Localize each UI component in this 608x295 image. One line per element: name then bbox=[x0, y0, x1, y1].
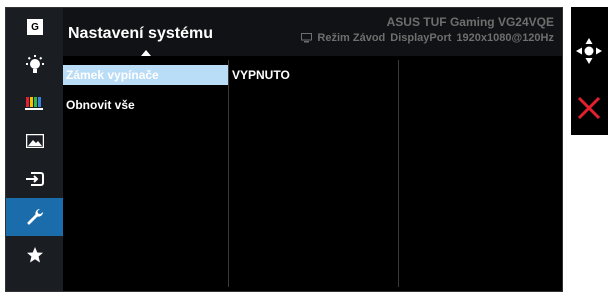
side-button-panel bbox=[571, 7, 608, 135]
scroll-up-arrow-icon bbox=[141, 50, 151, 56]
page-title: Nastavení systému bbox=[68, 25, 213, 42]
menu-item-reset-all[interactable]: Obnovit vše bbox=[63, 95, 228, 115]
favorite-star-icon bbox=[26, 247, 43, 263]
monitor-model: ASUS TUF Gaming VG24VQE bbox=[386, 15, 554, 29]
brightness-icon bbox=[25, 55, 44, 73]
main-menu-rail: G bbox=[6, 8, 63, 291]
column-divider bbox=[398, 60, 399, 287]
input-label: DisplayPort bbox=[390, 32, 452, 44]
mode-label: Režim Závod bbox=[317, 32, 386, 44]
color-icon bbox=[24, 97, 43, 110]
rail-item-color[interactable] bbox=[6, 84, 63, 122]
menu-item-power-key-lock[interactable]: Zámek vypínače bbox=[63, 65, 228, 85]
system-setup-icon bbox=[26, 208, 43, 225]
image-icon bbox=[25, 134, 44, 148]
osd-menu: G Nastavení systému ASUS TUF Gaming VG24… bbox=[5, 7, 563, 292]
rail-item-input-select[interactable] bbox=[6, 160, 63, 198]
rail-item-gameplus[interactable]: G bbox=[6, 8, 63, 46]
rail-item-favorite[interactable] bbox=[6, 236, 63, 274]
five-way-nav-icon[interactable] bbox=[573, 35, 605, 67]
status-line: Režim Závod DisplayPort 1920x1080@120Hz bbox=[301, 32, 554, 44]
close-icon[interactable] bbox=[577, 96, 601, 120]
monitor-icon bbox=[301, 33, 313, 43]
svg-text:G: G bbox=[31, 22, 39, 33]
submenu-list: Zámek vypínače Obnovit vše bbox=[63, 65, 228, 125]
header-bar: Nastavení systému ASUS TUF Gaming VG24VQ… bbox=[63, 8, 562, 56]
option-value[interactable]: VYPNUTO bbox=[232, 68, 290, 82]
rail-item-brightness[interactable] bbox=[6, 46, 63, 84]
column-divider bbox=[228, 60, 229, 287]
resolution-label: 1920x1080@120Hz bbox=[456, 32, 554, 44]
gameplus-icon: G bbox=[26, 19, 43, 35]
input-select-icon bbox=[25, 172, 44, 186]
rail-item-image[interactable] bbox=[6, 122, 63, 160]
rail-item-system-setup[interactable] bbox=[6, 198, 63, 236]
